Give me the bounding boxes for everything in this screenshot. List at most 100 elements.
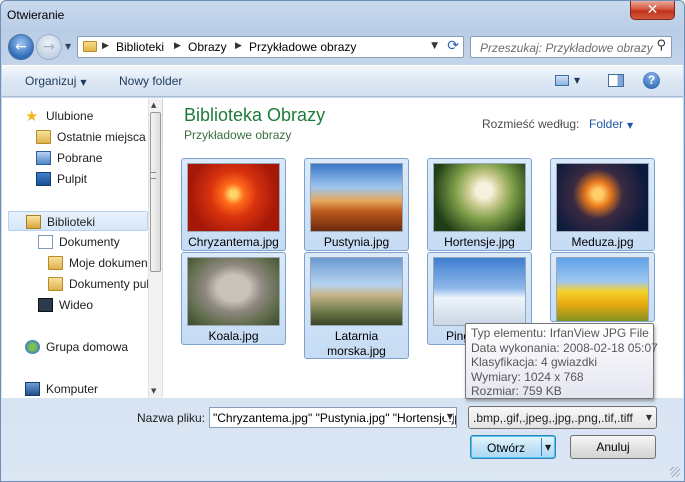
file-type-select[interactable]: .bmp,.gif,.jpeg,.jpg,.png,.tif,.tiff ▼ [468, 406, 657, 429]
search-input[interactable]: Przeszukaj: Przykładowe obrazy ⚲ [470, 36, 672, 58]
image-thumbnail [187, 163, 280, 232]
sidebar-item-documents[interactable]: Dokumenty [38, 232, 148, 252]
breadcrumb-obrazy[interactable]: Obrazy [188, 40, 227, 54]
image-thumbnail [433, 163, 526, 232]
breadcrumb-separator[interactable]: ▶ [174, 41, 181, 51]
organize-menu-button[interactable]: Organizuj ▼ [25, 74, 87, 88]
filename-label: Nazwa pliku: [137, 411, 206, 425]
arrange-by-dropdown[interactable]: Folder ▼ [589, 117, 633, 131]
scroll-up-button[interactable]: ▲ [151, 101, 156, 109]
folder-icon [48, 277, 63, 291]
breadcrumb-separator[interactable]: ▶ [102, 41, 109, 51]
file-tile[interactable]: Meduza.jpg [550, 158, 655, 251]
tooltip-date: Data wykonania: 2008-02-18 05:07 [471, 340, 658, 355]
file-tile[interactable]: Koala.jpg [181, 252, 286, 345]
filename-value: "Chryzantema.jpg" "Pustynia.jpg" "Horten… [213, 411, 457, 425]
view-dropdown[interactable]: ▼ [574, 76, 580, 85]
refresh-icon[interactable]: ⟳ [447, 38, 459, 54]
image-thumbnail [310, 163, 403, 232]
file-type-value: .bmp,.gif,.jpeg,.jpg,.png,.tif,.tiff [473, 411, 633, 425]
chevron-down-icon: ▼ [645, 413, 652, 422]
chevron-down-icon: ▼ [80, 78, 87, 87]
open-options-dropdown[interactable]: ▼ [545, 443, 551, 452]
close-button[interactable]: ✕ [630, 1, 675, 20]
documents-icon [38, 235, 53, 249]
file-name: Pustynia.jpg [323, 235, 390, 249]
sidebar-item-favorites[interactable]: ★ Ulubione [25, 106, 145, 126]
library-subtitle: Przykładowe obrazy [184, 128, 292, 142]
sidebar-item-label: Moje dokumenty [69, 256, 148, 270]
file-tile[interactable] [550, 252, 655, 322]
address-bar[interactable]: ▶ Biblioteki ▶ Obrazy ▶ Przykładowe obra… [77, 36, 464, 58]
sidebar-item-label: Ulubione [46, 109, 94, 123]
address-dropdown[interactable]: ▼ [431, 41, 438, 51]
sidebar-item-label: Pulpit [57, 172, 88, 186]
sidebar-item-label: Dokumenty publiczne [69, 277, 148, 291]
tooltip-rating: Klasyfikacja: 4 gwiazdki [471, 355, 598, 369]
sidebar-item-public-documents[interactable]: Dokumenty publiczne [48, 274, 148, 294]
new-folder-button[interactable]: Nowy folder [119, 74, 182, 88]
sidebar-item-homegroup[interactable]: Grupa domowa [25, 337, 145, 357]
file-name: Meduza.jpg [571, 235, 634, 249]
downloads-icon [36, 151, 51, 165]
scroll-down-button[interactable]: ▼ [151, 387, 156, 395]
tooltip-type: Typ elementu: IrfanView JPG File [471, 326, 649, 340]
help-icon[interactable]: ? [643, 72, 660, 89]
filename-input[interactable]: "Chryzantema.jpg" "Pustynia.jpg" "Horten… [209, 407, 457, 428]
scrollbar-grip-icon [151, 172, 156, 179]
sidebar-item-my-documents[interactable]: Moje dokumenty [48, 253, 148, 273]
homegroup-icon [25, 340, 40, 354]
tooltip-dimensions: Wymiary: 1024 x 768 [471, 369, 584, 384]
forward-button[interactable]: → [36, 34, 62, 60]
sidebar-item-label: Dokumenty [59, 235, 120, 249]
sidebar-item-desktop[interactable]: Pulpit [36, 169, 146, 189]
open-button-label: Otwórz [486, 441, 525, 455]
resize-grip-icon[interactable] [670, 467, 680, 477]
sidebar-scrollbar[interactable]: ▲ ▼ [148, 98, 162, 398]
scrollbar-thumb[interactable] [150, 112, 161, 272]
breadcrumb-biblioteki[interactable]: Biblioteki [116, 40, 164, 54]
sidebar-item-label: Grupa domowa [46, 340, 129, 354]
cancel-button[interactable]: Anuluj [570, 435, 656, 459]
image-thumbnail [187, 257, 280, 326]
image-thumbnail [310, 257, 403, 326]
file-name-line-2: morska.jpg [327, 344, 386, 358]
sidebar-item-downloads[interactable]: Pobrane [36, 148, 146, 168]
image-thumbnail [433, 257, 526, 326]
file-tile[interactable]: Chryzantema.jpg [181, 158, 286, 251]
chevron-down-icon: ▼ [627, 121, 634, 130]
open-button[interactable]: Otwórz ▼ [470, 435, 556, 459]
library-title: Biblioteka Obrazy [184, 105, 326, 125]
star-icon: ★ [25, 107, 39, 125]
file-tile[interactable]: Pustynia.jpg [304, 158, 409, 251]
search-placeholder: Przeszukaj: Przykładowe obrazy [480, 41, 653, 55]
recent-locations-dropdown[interactable]: ▼ [65, 42, 71, 51]
filename-dropdown[interactable]: ▼ [443, 412, 453, 421]
preview-pane-icon[interactable] [608, 74, 624, 87]
split-divider [541, 438, 542, 456]
breadcrumb-separator[interactable]: ▶ [235, 41, 242, 51]
file-tile[interactable]: Hortensje.jpg [427, 158, 532, 251]
desktop-icon [36, 172, 51, 186]
recent-places-icon [36, 130, 51, 144]
change-view-icon[interactable] [555, 75, 569, 86]
open-file-dialog: Otwieranie ✕ ← → ▼ ▶ Biblioteki ▶ Obrazy… [0, 0, 685, 482]
sidebar-item-label: Ostatnie miejsca [57, 130, 146, 144]
sidebar-item-label: Biblioteki [47, 215, 96, 229]
sidebar-item-video[interactable]: Wideo [38, 295, 148, 315]
search-icon[interactable]: ⚲ [656, 38, 666, 53]
sidebar-item-libraries[interactable]: Biblioteki [8, 211, 148, 231]
folder-icon [83, 41, 97, 52]
file-name: Hortensje.jpg [444, 235, 515, 249]
file-tile[interactable]: Latarnia morska.jpg [304, 252, 409, 359]
organize-label: Organizuj [25, 74, 77, 88]
file-name-line-1: Latarnia [334, 329, 379, 343]
file-info-tooltip: Typ elementu: IrfanView JPG File Data wy… [465, 323, 658, 399]
sidebar-item-computer[interactable]: Komputer [25, 379, 145, 398]
back-button[interactable]: ← [8, 34, 34, 60]
image-thumbnail [556, 163, 649, 232]
folder-icon [48, 256, 63, 270]
sidebar-item-recent-places[interactable]: Ostatnie miejsca [36, 127, 156, 147]
breadcrumb-przykladowe-obrazy[interactable]: Przykładowe obrazy [249, 40, 356, 54]
tooltip-size: Rozmiar: 759 KB [471, 384, 562, 398]
